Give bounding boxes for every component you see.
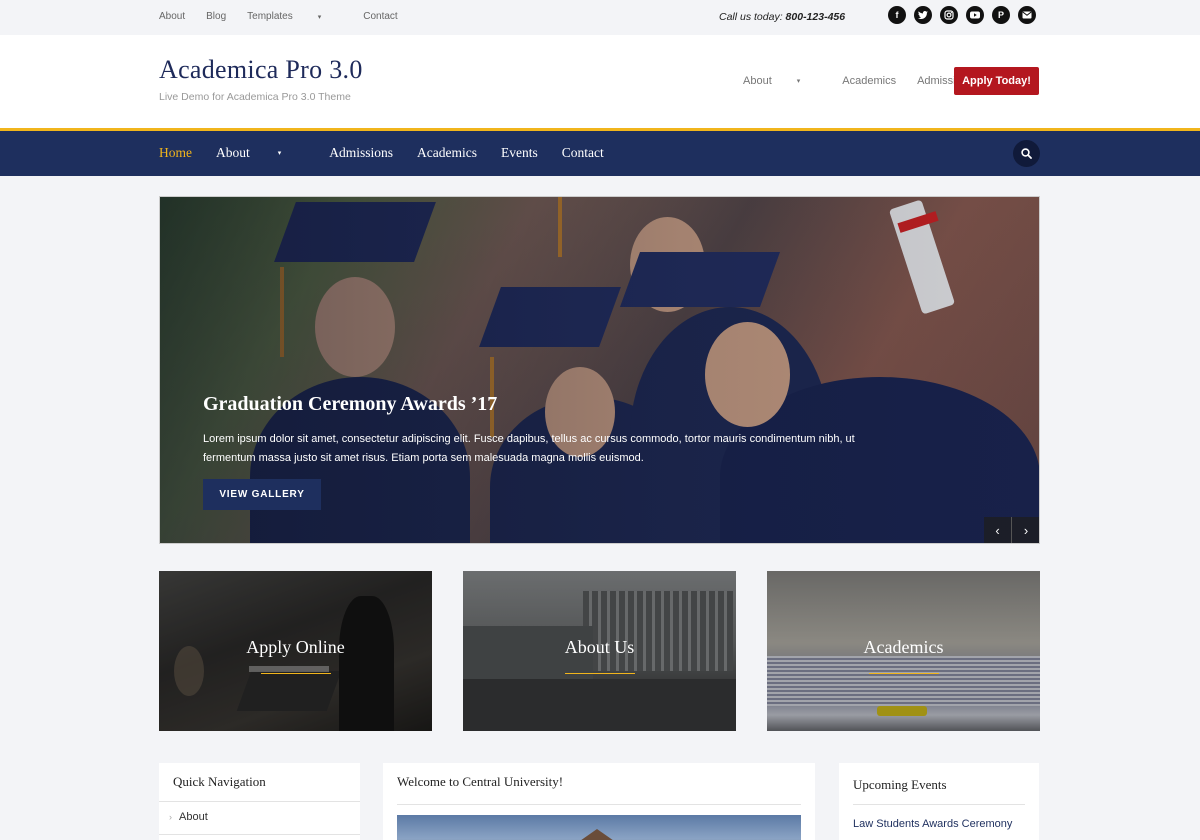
- top-nav-templates[interactable]: Templates ▾: [247, 11, 342, 22]
- main-nav-contact[interactable]: Contact: [562, 145, 604, 161]
- card-label: Academics: [863, 637, 944, 657]
- widget-title: Quick Navigation: [173, 774, 266, 789]
- social-links: f P: [888, 6, 1036, 24]
- header-nav-about-label: About: [743, 75, 772, 87]
- welcome-widget: Welcome to Central University!: [383, 763, 815, 840]
- site-title[interactable]: Academica Pro 3.0: [159, 55, 363, 85]
- widget-title: Welcome to Central University!: [397, 774, 564, 789]
- apply-today-button[interactable]: Apply Today!: [954, 67, 1039, 95]
- header-nav-about[interactable]: About ▾: [743, 75, 821, 87]
- header-nav-academics[interactable]: Academics: [842, 75, 896, 87]
- main-nav-about-label: About: [216, 145, 250, 160]
- chevron-left-icon: ‹: [995, 523, 1000, 538]
- instagram-icon[interactable]: [940, 6, 958, 24]
- youtube-icon[interactable]: [966, 6, 984, 24]
- phone-number[interactable]: 800-123-456: [786, 11, 846, 23]
- facebook-icon[interactable]: f: [888, 6, 906, 24]
- top-bar: About Blog Templates ▾ Contact Call us to…: [0, 0, 1200, 35]
- quick-nav-link-label: About: [179, 811, 208, 823]
- upcoming-events-widget: Upcoming Events Law Students Awards Cere…: [839, 763, 1039, 840]
- top-nav: About Blog Templates ▾ Contact: [159, 11, 419, 22]
- twitter-icon[interactable]: [914, 6, 932, 24]
- hero-title: Graduation Ceremony Awards ’17: [203, 393, 498, 415]
- divider: [159, 834, 360, 835]
- search-button[interactable]: [1013, 140, 1040, 167]
- pinterest-icon[interactable]: P: [992, 6, 1010, 24]
- site-description: Live Demo for Academica Pro 3.0 Theme: [159, 91, 351, 103]
- main-nav: Home About ▾ Admissions Academics Events …: [0, 131, 1200, 176]
- top-nav-templates-label: Templates: [247, 11, 293, 22]
- top-nav-about[interactable]: About: [159, 11, 185, 22]
- top-nav-contact[interactable]: Contact: [363, 11, 397, 22]
- main-nav-admissions[interactable]: Admissions: [329, 145, 393, 161]
- campus-image: [397, 815, 801, 840]
- card-underline: [260, 673, 331, 674]
- call-us-label: Call us today:: [719, 11, 783, 23]
- chevron-right-icon: ›: [1023, 523, 1029, 538]
- card-underline: [564, 673, 635, 674]
- chevron-down-icon: ▾: [796, 78, 801, 85]
- view-gallery-button[interactable]: VIEW GALLERY: [203, 479, 321, 510]
- main-nav-about[interactable]: About ▾: [216, 145, 305, 161]
- main-nav-events[interactable]: Events: [501, 145, 538, 161]
- main-nav-academics[interactable]: Academics: [417, 145, 477, 161]
- card-about-us[interactable]: About Us: [463, 571, 736, 731]
- main-nav-items: Home About ▾ Admissions Academics Events …: [159, 145, 628, 161]
- chevron-right-icon: ›: [169, 812, 172, 822]
- hero-text: Lorem ipsum dolor sit amet, consectetur …: [203, 433, 855, 464]
- widget-title: Upcoming Events: [853, 777, 947, 792]
- chevron-down-icon: ▾: [317, 13, 322, 21]
- call-us-text: Call us today: 800-123-456: [719, 11, 845, 23]
- quick-nav-link-about[interactable]: › About: [169, 811, 208, 823]
- chevron-down-icon: ▾: [277, 149, 282, 157]
- top-nav-blog[interactable]: Blog: [206, 11, 226, 22]
- card-apply-online[interactable]: Apply Online: [159, 571, 432, 731]
- card-label: About Us: [564, 637, 635, 657]
- slider-prev-button[interactable]: ‹: [984, 517, 1012, 543]
- search-icon: [1021, 148, 1032, 159]
- event-link[interactable]: Law Students Awards Ceremony: [853, 818, 1012, 830]
- hero-slider: Graduation Ceremony Awards ’17 Lorem ips…: [159, 196, 1040, 544]
- card-label: Apply Online: [246, 637, 345, 657]
- main-nav-home[interactable]: Home: [159, 145, 192, 161]
- site-header: Academica Pro 3.0 Live Demo for Academic…: [0, 35, 1200, 128]
- slider-next-button[interactable]: ›: [1012, 517, 1039, 543]
- quick-navigation-widget: Quick Navigation › About: [159, 763, 360, 840]
- email-icon[interactable]: [1018, 6, 1036, 24]
- divider: [853, 804, 1025, 805]
- divider: [159, 801, 360, 802]
- divider: [397, 804, 801, 805]
- card-academics[interactable]: Academics: [767, 571, 1040, 731]
- card-underline: [868, 673, 939, 674]
